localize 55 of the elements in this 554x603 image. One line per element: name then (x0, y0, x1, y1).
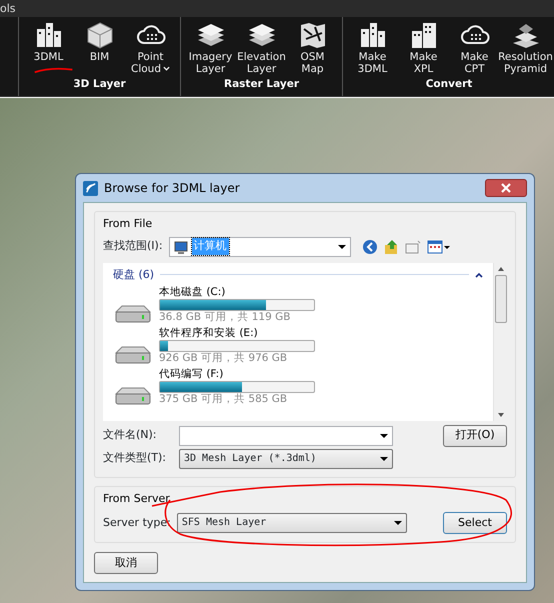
close-button[interactable] (485, 179, 527, 197)
ribbon-button[interactable]: Resolution Pyramid (500, 17, 551, 75)
drive-name: 软件程序和安装 (E:) (159, 327, 259, 340)
drive-name: 本地磁盘 (C:) (159, 286, 226, 299)
scroll-up-icon (498, 266, 504, 270)
ribbon-button[interactable]: Point Cloud (125, 17, 176, 75)
layers-icon (196, 21, 226, 49)
back-icon (362, 238, 378, 254)
ribbon-button[interactable]: Elevation Layer (236, 17, 287, 75)
file-name-label: 文件名(N): (103, 427, 158, 444)
dropdown-arrow-icon (380, 434, 388, 438)
dropdown-arrow-icon (380, 456, 388, 460)
group-label: Raster Layer (223, 77, 300, 92)
group-label: Convert (424, 77, 474, 92)
group-label: 3D Layer (72, 77, 127, 92)
drive-capacity: 375 GB 可用，共 585 GB (159, 393, 288, 406)
ribbon-button[interactable]: BIM (74, 17, 125, 75)
up-folder-icon (384, 238, 400, 254)
section-header: 硬盘 (6) (113, 266, 154, 282)
computer-icon (174, 240, 188, 254)
ribbon-button[interactable]: 3DML (23, 17, 74, 75)
drive-item[interactable]: 软件程序和安装 (E:) 926 GB 可用，共 976 GB (113, 327, 483, 365)
view-menu-icon (426, 238, 451, 254)
collapse-icon (475, 272, 483, 278)
ribbon-button[interactable]: Make 3DML (347, 17, 398, 75)
cube-icon (84, 21, 114, 49)
close-icon (501, 183, 511, 193)
file-type-dropdown[interactable]: 3D Mesh Layer (*.3dml) (179, 448, 393, 468)
group-legend: From File (103, 216, 507, 232)
group-legend: From Server (103, 491, 507, 508)
dropdown-arrow-icon (338, 244, 346, 248)
drive-name: 代码编写 (F:) (159, 368, 224, 381)
new-folder-icon (405, 238, 422, 254)
dialog-title: Browse for 3DML layer (104, 180, 240, 197)
dropdown-arrow-icon (394, 520, 402, 525)
ribbon-button[interactable]: Make CPT (449, 17, 500, 75)
ribbon-button[interactable]: OSM Map (287, 17, 338, 75)
app-title: ols (0, 0, 554, 17)
drive-item[interactable]: 代码编写 (F:) 375 GB 可用，共 585 GB (113, 368, 483, 406)
drive-capacity: 36.8 GB 可用，共 119 GB (159, 311, 292, 324)
layers-icon (246, 21, 276, 49)
scroll-down-icon (498, 412, 504, 416)
cancel-button[interactable]: 取消 (94, 552, 158, 574)
file-type-label: 文件类型(T): (103, 450, 168, 466)
look-in-label: 查找范围(I): (103, 238, 163, 254)
select-button[interactable]: Select (443, 512, 507, 534)
drive-item[interactable]: 本地磁盘 (C:) 36.8 GB 可用，共 119 GB (113, 286, 483, 324)
app-logo-icon (83, 180, 98, 196)
drive-capacity: 926 GB 可用，共 976 GB (159, 352, 288, 365)
file-name-field[interactable] (179, 426, 393, 446)
pyramid-icon (510, 21, 540, 49)
open-button[interactable]: 打开(O) (443, 424, 507, 446)
ribbon-button[interactable]: Imagery Layer (185, 17, 236, 75)
server-type-dropdown[interactable]: SFS Mesh Layer (176, 512, 407, 533)
ribbon-button[interactable]: Make XPL (398, 17, 449, 75)
